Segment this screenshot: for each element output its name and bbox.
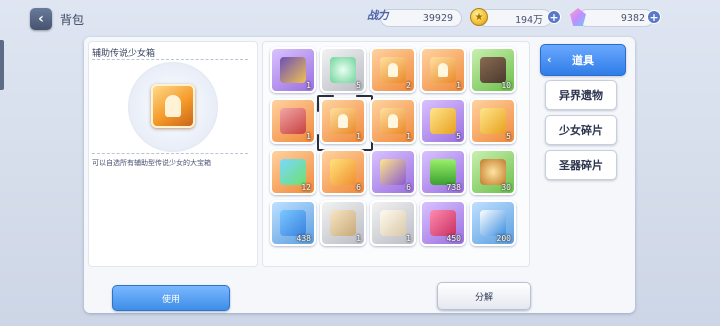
card-pack-icon xyxy=(280,57,306,83)
inventory-slot[interactable]: 2 xyxy=(370,47,416,93)
silhouette-icon xyxy=(388,63,398,77)
inventory-slot[interactable]: 1 xyxy=(420,47,466,93)
inventory-slot[interactable]: 6 xyxy=(370,149,416,195)
gems-display: 9382 xyxy=(578,9,654,27)
inventory-slot[interactable]: 438 xyxy=(270,200,316,246)
silhouette-icon xyxy=(338,114,348,128)
inventory-slot[interactable]: 5 xyxy=(420,98,466,144)
inventory-slot[interactable]: 5 xyxy=(320,47,366,93)
coin-icon: ★ xyxy=(470,8,488,26)
ribbon-icon xyxy=(430,210,456,236)
silhouette-icon xyxy=(438,63,448,77)
medkit-box-icon xyxy=(280,108,306,134)
treasure-chest-icon xyxy=(480,57,506,83)
item-quantity: 438 xyxy=(296,234,311,243)
gems-value: 9382 xyxy=(620,12,645,24)
item-quantity: 6 xyxy=(406,183,411,192)
inventory-slot[interactable]: 1 xyxy=(370,200,416,246)
girl-box-icon xyxy=(330,108,356,134)
inventory-slot[interactable]: 200 xyxy=(470,200,516,246)
envelope-icon xyxy=(330,210,356,236)
use-button[interactable]: 使用 xyxy=(112,285,230,311)
item-quantity: 1 xyxy=(406,234,411,243)
item-quantity: 1 xyxy=(306,81,311,90)
tab-items[interactable]: ‹ 道具 xyxy=(540,44,626,76)
add-coins-button[interactable]: + xyxy=(547,10,561,24)
shard-card-icon xyxy=(430,108,456,134)
tab-label: 少女碎片 xyxy=(559,124,603,137)
chevron-left-icon: ‹ xyxy=(547,53,552,66)
inventory-slot[interactable]: 30 xyxy=(470,149,516,195)
coin-icon xyxy=(480,159,506,185)
potion-icon xyxy=(430,159,456,185)
add-gems-button[interactable]: + xyxy=(647,10,661,24)
inventory-slot[interactable]: 738 xyxy=(420,149,466,195)
inventory-slot[interactable]: 1 xyxy=(270,98,316,144)
scroll-icon xyxy=(380,210,406,236)
gold-card-icon xyxy=(330,159,356,185)
item-quantity: 1 xyxy=(356,132,361,141)
decompose-label: 分解 xyxy=(474,292,493,303)
item-quantity: 2 xyxy=(406,81,411,90)
item-quantity: 1 xyxy=(356,234,361,243)
tab-label: 道具 xyxy=(572,54,594,67)
inventory-slot[interactable]: 12 xyxy=(270,149,316,195)
clover-orb-icon xyxy=(330,57,356,83)
tab-relics[interactable]: 异界遗物 xyxy=(545,80,617,110)
item-quantity: 1 xyxy=(456,81,461,90)
decompose-button[interactable]: 分解 xyxy=(437,282,531,310)
item-quantity: 1 xyxy=(406,132,411,141)
flag-icon xyxy=(480,210,506,236)
inventory-slot[interactable]: 10 xyxy=(470,47,516,93)
inventory-slot[interactable]: 6 xyxy=(320,149,366,195)
item-quantity: 5 xyxy=(456,132,461,141)
item-quantity: 450 xyxy=(446,234,461,243)
use-label: 使用 xyxy=(161,294,180,305)
back-button[interactable]: ‹ xyxy=(30,8,52,30)
item-description: 可以自选所有辅助型传说少女的大宝箱 xyxy=(92,159,211,167)
power-value: 39929 xyxy=(422,12,453,24)
girl-box-icon xyxy=(430,57,456,83)
tab-label: 圣器碎片 xyxy=(559,159,603,172)
inventory-slot[interactable]: 1 xyxy=(270,47,316,93)
inventory-slot[interactable]: 450 xyxy=(420,200,466,246)
item-quantity: 1 xyxy=(306,132,311,141)
inventory-slot[interactable]: 1 xyxy=(370,98,416,144)
purple-card-icon xyxy=(380,159,406,185)
divider xyxy=(92,59,248,60)
item-quantity: 6 xyxy=(356,183,361,192)
coins-display: 194万 xyxy=(478,9,552,27)
inventory-slot[interactable]: 1 xyxy=(320,200,366,246)
top-bar: ‹ 背包 39929 战力 194万 ★ + 9382 + xyxy=(0,0,720,36)
tab-girl-shards[interactable]: 少女碎片 xyxy=(545,115,617,145)
item-quantity: 5 xyxy=(356,81,361,90)
item-quantity: 5 xyxy=(506,132,511,141)
page-title: 背包 xyxy=(60,13,85,27)
shard-card-icon xyxy=(480,108,506,134)
item-quantity: 30 xyxy=(501,183,511,192)
tab-label: 异界遗物 xyxy=(559,89,603,102)
item-quantity: 738 xyxy=(446,183,461,192)
side-drawer-handle[interactable] xyxy=(0,40,4,90)
silhouette-icon xyxy=(388,114,398,128)
girl-box-icon xyxy=(380,108,406,134)
inventory-slot[interactable]: 1 xyxy=(320,98,366,144)
item-quantity: 200 xyxy=(496,234,511,243)
silhouette-icon xyxy=(165,95,181,117)
chevron-left-icon: ‹ xyxy=(38,11,44,27)
coins-value: 194万 xyxy=(514,14,543,26)
tab-artifact-shards[interactable]: 圣器碎片 xyxy=(545,150,617,180)
item-quantity: 10 xyxy=(501,81,511,90)
candy-icon xyxy=(280,210,306,236)
ticket-icon xyxy=(280,159,306,185)
power-label: 战力 xyxy=(367,9,389,22)
girl-box-icon xyxy=(151,84,195,128)
item-quantity: 12 xyxy=(301,183,311,192)
power-display: 39929 xyxy=(380,9,462,27)
item-name: 辅助传说少女箱 xyxy=(92,49,156,59)
girl-box-icon xyxy=(380,57,406,83)
divider xyxy=(92,153,248,154)
inventory-slot[interactable]: 5 xyxy=(470,98,516,144)
